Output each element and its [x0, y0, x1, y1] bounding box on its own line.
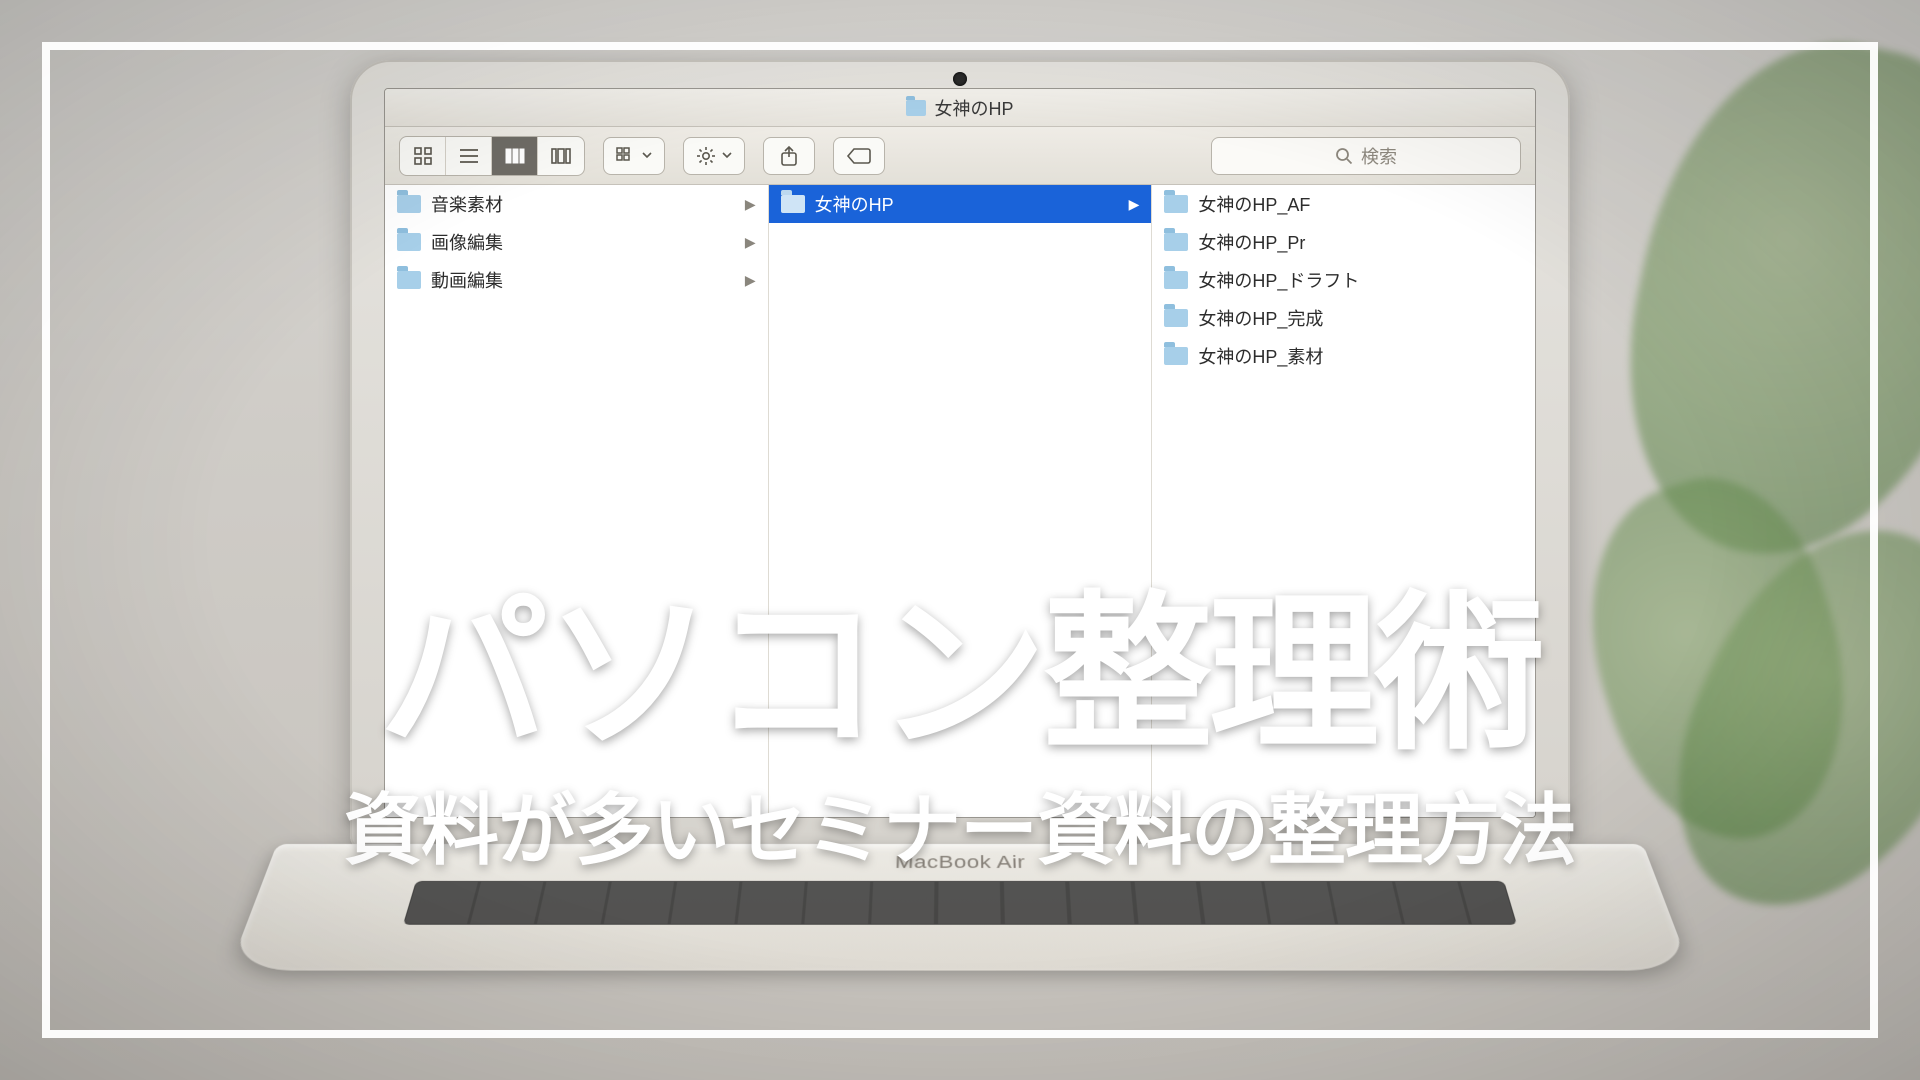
folder-icon — [1164, 271, 1188, 289]
view-icon-button[interactable] — [400, 137, 446, 175]
folder-row[interactable]: 女神のHP ▶ — [769, 185, 1152, 223]
folder-row[interactable]: 女神のHP_Pr — [1152, 223, 1535, 261]
window-title: 女神のHP — [934, 95, 1013, 121]
chevron-down-icon — [722, 152, 732, 160]
gallery-icon — [549, 146, 573, 166]
folder-row[interactable]: 音楽素材 ▶ — [385, 185, 768, 223]
folder-icon — [781, 195, 805, 213]
folder-icon — [1164, 233, 1188, 251]
folder-row[interactable]: 女神のHP_ドラフト — [1152, 261, 1535, 299]
finder-column: 女神のHP_AF 女神のHP_Pr 女神のHP_ドラフト女神のHP_完成女神のHP_… — [1152, 185, 1535, 817]
columns-icon — [504, 146, 526, 166]
folder-label: 女神のHP_Pr — [1198, 229, 1305, 255]
share-icon — [780, 145, 798, 167]
list-icon — [458, 146, 480, 166]
folder-label: 画像編集 — [431, 229, 503, 255]
tags-button[interactable] — [833, 137, 885, 175]
window-titlebar[interactable]: 女神のHP — [385, 89, 1535, 127]
folder-label: 女神のHP_AF — [1198, 191, 1310, 217]
webcam — [953, 72, 967, 86]
view-mode-segment — [399, 136, 585, 176]
laptop-deck: MacBook Air — [229, 844, 1692, 971]
tag-icon — [846, 147, 872, 165]
folder-row[interactable]: 女神のHP_素材 — [1152, 337, 1535, 375]
laptop-brand: MacBook Air — [266, 844, 1654, 873]
action-button[interactable] — [683, 137, 745, 175]
chevron-down-icon — [642, 152, 652, 160]
folder-label: 女神のHP_ドラフト — [1198, 267, 1359, 293]
arrange-icon — [616, 147, 636, 165]
chevron-right-icon: ▶ — [745, 196, 756, 213]
chevron-right-icon: ▶ — [745, 272, 756, 289]
laptop-lid: 女神のHP — [350, 60, 1570, 850]
folder-label: 動画編集 — [431, 267, 503, 293]
view-list-button[interactable] — [446, 137, 492, 175]
folder-label: 音楽素材 — [431, 191, 503, 217]
arrange-button[interactable] — [603, 137, 665, 175]
chevron-right-icon: ▶ — [745, 234, 756, 251]
view-columns-button[interactable] — [492, 137, 538, 175]
folder-row[interactable]: 動画編集 ▶ — [385, 261, 768, 299]
gear-icon — [696, 146, 716, 166]
keyboard — [403, 881, 1517, 925]
grid-icon — [413, 146, 433, 166]
finder-columns: 音楽素材▶画像編集▶動画編集▶女神のHP▶女神のHP_AF女神のHP_Pr女神の… — [385, 185, 1535, 817]
thumbnail-stage: 女神のHP — [0, 0, 1920, 1080]
view-gallery-button[interactable] — [538, 137, 584, 175]
folder-label: 女神のHP_素材 — [1198, 343, 1323, 369]
laptop: 女神のHP — [350, 60, 1570, 1020]
folder-label: 女神のHP_完成 — [1198, 305, 1323, 331]
folder-row[interactable]: 画像編集 ▶ — [385, 223, 768, 261]
folder-icon — [906, 100, 926, 116]
folder-icon — [1164, 309, 1188, 327]
folder-icon — [397, 233, 421, 251]
share-button[interactable] — [763, 137, 815, 175]
finder-window: 女神のHP — [384, 88, 1536, 818]
folder-row[interactable]: 女神のHP_完成 — [1152, 299, 1535, 337]
finder-column: 女神のHP ▶ — [769, 185, 1153, 817]
folder-icon — [1164, 195, 1188, 213]
folder-icon — [1164, 347, 1188, 365]
folder-row[interactable]: 女神のHP_AF — [1152, 185, 1535, 223]
search-icon — [1335, 147, 1353, 165]
folder-icon — [397, 195, 421, 213]
folder-label: 女神のHP — [815, 191, 894, 217]
search-field[interactable]: 検索 — [1211, 137, 1521, 175]
chevron-right-icon: ▶ — [1129, 196, 1140, 213]
finder-column: 音楽素材 ▶ 画像編集 ▶ 動画編集 ▶ — [385, 185, 769, 817]
finder-toolbar: 検索 — [385, 127, 1535, 185]
folder-icon — [397, 271, 421, 289]
search-placeholder: 検索 — [1361, 143, 1397, 169]
